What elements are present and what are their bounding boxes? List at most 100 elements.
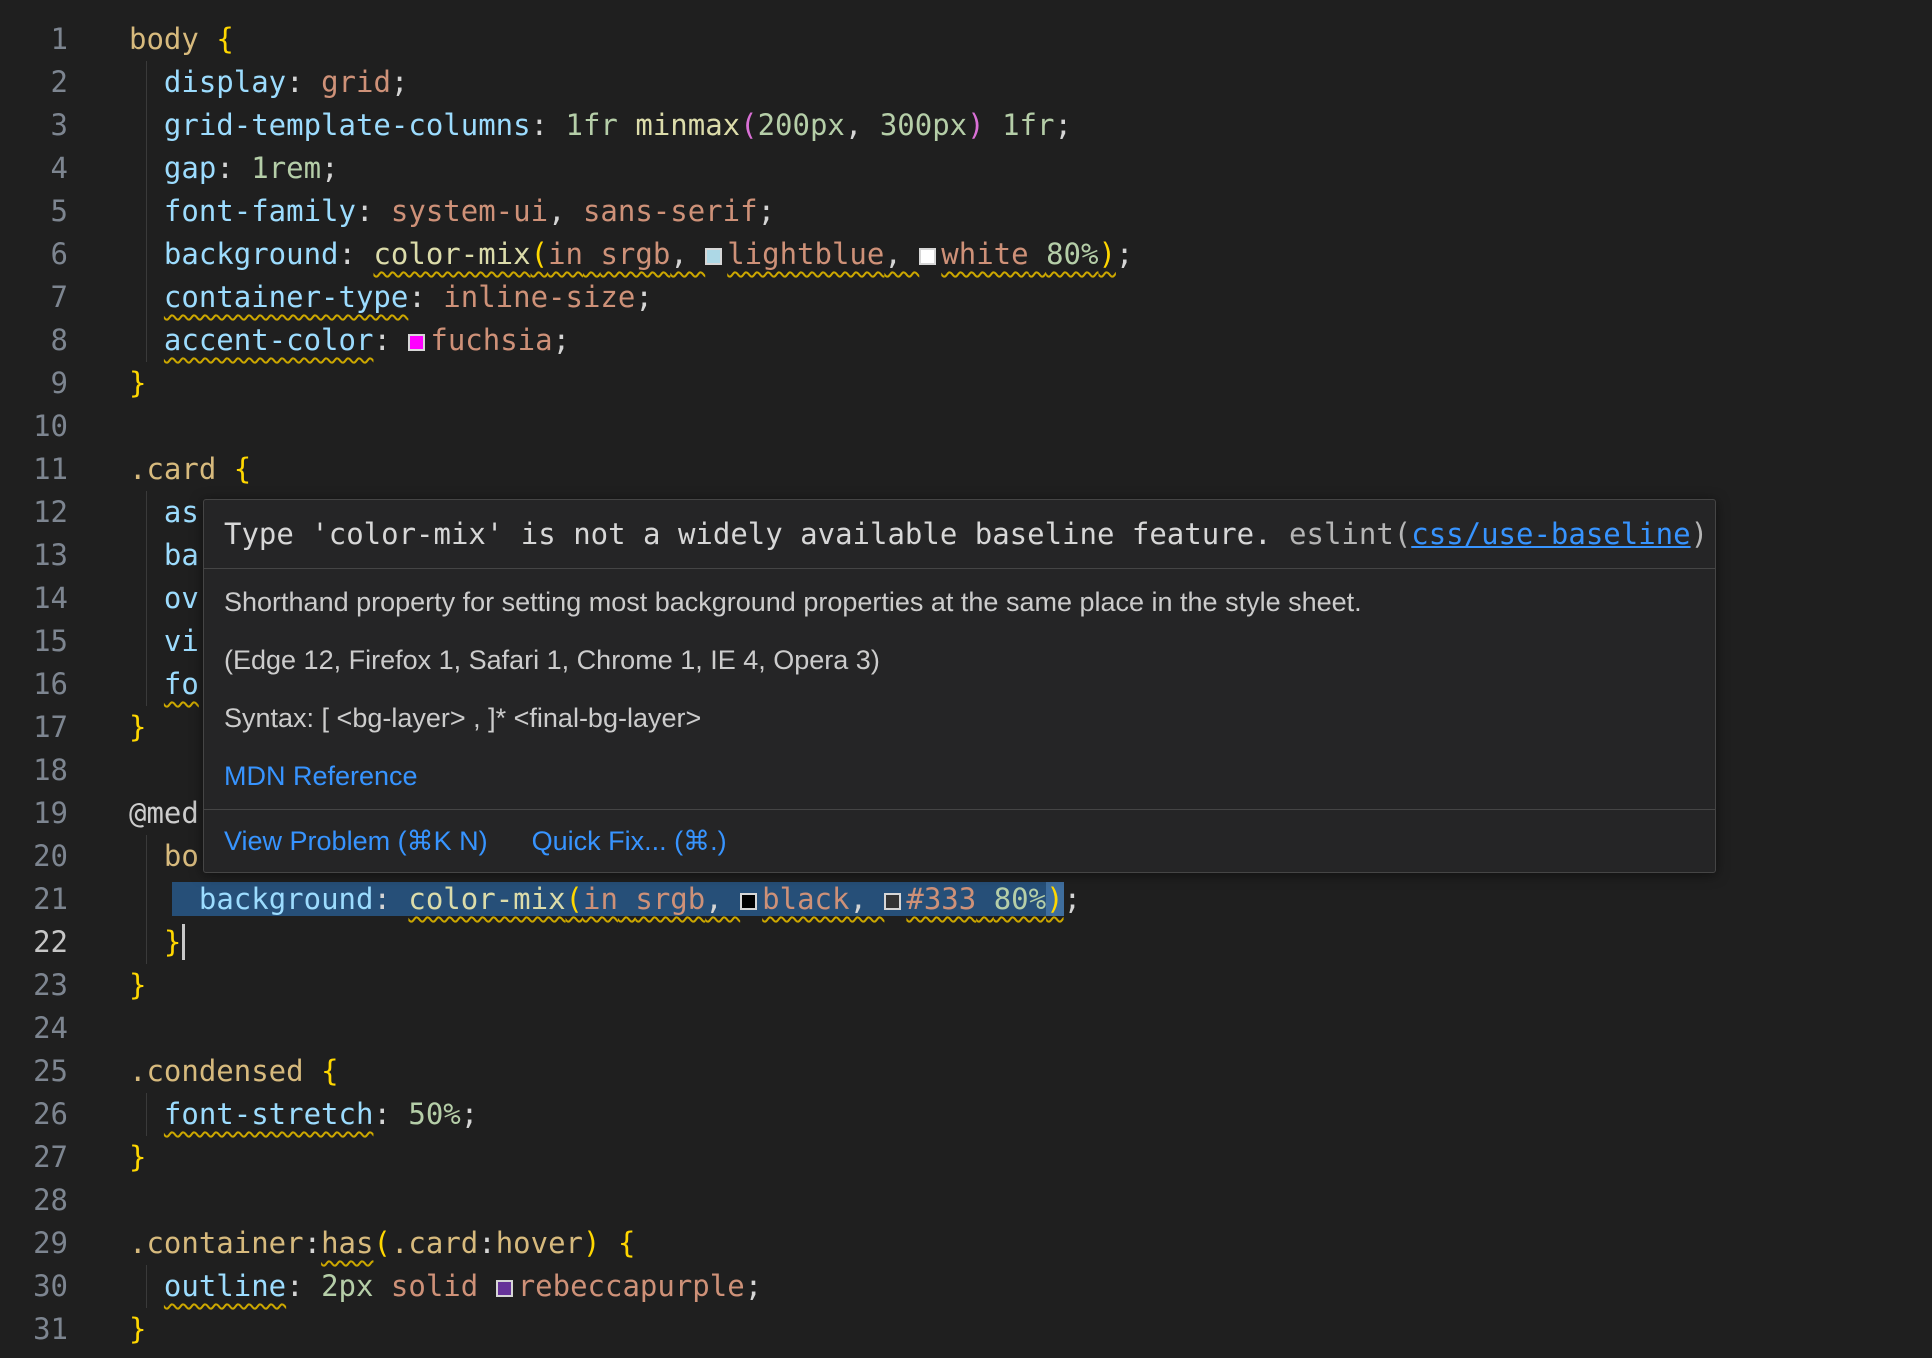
code-line-content[interactable]: accent-color: fuchsia;: [68, 319, 1932, 362]
line-number[interactable]: 6: [0, 233, 68, 276]
code-line: 2 display: grid;: [0, 61, 1932, 104]
browser-support: (Edge 12, Firefox 1, Safari 1, Chrome 1,…: [224, 641, 1695, 679]
color-swatch[interactable]: [496, 1280, 513, 1297]
code-line: 29.container:has(.card:hover) {: [0, 1222, 1932, 1265]
code-line: 4 gap: 1rem;: [0, 147, 1932, 190]
code-line-content[interactable]: }: [68, 362, 1932, 405]
line-number[interactable]: 3: [0, 104, 68, 147]
code-line-content[interactable]: }: [68, 1136, 1932, 1179]
line-number[interactable]: 11: [0, 448, 68, 491]
hover-docs: Shorthand property for setting most back…: [204, 569, 1715, 809]
code-line-content[interactable]: .condensed {: [68, 1050, 1932, 1093]
line-number[interactable]: 21: [0, 878, 68, 921]
indent-guide: [146, 534, 147, 577]
line-number[interactable]: 30: [0, 1265, 68, 1308]
code-line: 9}: [0, 362, 1932, 405]
code-line: 7 container-type: inline-size;: [0, 276, 1932, 319]
code-line-content[interactable]: [68, 405, 1932, 448]
indent-guide: [146, 1265, 147, 1308]
code-line-content[interactable]: container-type: inline-size;: [68, 276, 1932, 319]
line-number[interactable]: 20: [0, 835, 68, 878]
line-number[interactable]: 14: [0, 577, 68, 620]
line-number[interactable]: 1: [0, 18, 68, 61]
code-line-content[interactable]: gap: 1rem;: [68, 147, 1932, 190]
line-number[interactable]: 17: [0, 706, 68, 749]
hover-popup: Type 'color-mix' is not a widely availab…: [203, 499, 1716, 873]
diagnostic-rule-link[interactable]: css/use-baseline: [1411, 517, 1690, 551]
line-number[interactable]: 28: [0, 1179, 68, 1222]
hover-actions: View Problem (⌘K N) Quick Fix... (⌘.): [204, 810, 1715, 872]
text-cursor: [182, 924, 185, 960]
code-line: 10: [0, 405, 1932, 448]
code-line: 6 background: color-mix(in srgb, lightbl…: [0, 233, 1932, 276]
code-line: 24: [0, 1007, 1932, 1050]
diagnostic-row: Type 'color-mix' is not a widely availab…: [204, 500, 1715, 568]
code-line-content[interactable]: .card {: [68, 448, 1932, 491]
line-number[interactable]: 22: [0, 921, 68, 964]
color-swatch[interactable]: [740, 893, 757, 910]
diagnostic-message: Type 'color-mix' is not a widely availab…: [224, 517, 1289, 551]
quick-fix-action[interactable]: Quick Fix... (⌘.): [532, 822, 727, 860]
line-number[interactable]: 24: [0, 1007, 68, 1050]
indent-guide: [146, 104, 147, 147]
code-line-content[interactable]: }: [68, 964, 1932, 1007]
line-number[interactable]: 23: [0, 964, 68, 1007]
line-number[interactable]: 9: [0, 362, 68, 405]
indent-guide: [146, 233, 147, 276]
line-number[interactable]: 15: [0, 620, 68, 663]
indent-guide: [146, 620, 147, 663]
code-line-content[interactable]: [68, 1179, 1932, 1222]
code-line-content[interactable]: grid-template-columns: 1fr minmax(200px,…: [68, 104, 1932, 147]
line-number[interactable]: 10: [0, 405, 68, 448]
line-number[interactable]: 26: [0, 1093, 68, 1136]
code-line-content[interactable]: }: [68, 1308, 1932, 1351]
code-line: 31}: [0, 1308, 1932, 1351]
code-line: 21 background: color-mix(in srgb, black,…: [0, 878, 1932, 921]
code-line: 30 outline: 2px solid rebeccapurple;: [0, 1265, 1932, 1308]
code-line-content[interactable]: [68, 1007, 1932, 1050]
line-number[interactable]: 5: [0, 190, 68, 233]
code-line-content[interactable]: }: [68, 921, 1932, 964]
line-number[interactable]: 19: [0, 792, 68, 835]
line-number[interactable]: 2: [0, 61, 68, 104]
line-number[interactable]: 12: [0, 491, 68, 534]
color-swatch[interactable]: [705, 248, 722, 265]
indent-guide: [146, 835, 147, 878]
code-line-content[interactable]: background: color-mix(in srgb, lightblue…: [68, 233, 1932, 276]
line-number[interactable]: 4: [0, 147, 68, 190]
indent-guide: [146, 878, 147, 921]
line-number[interactable]: 8: [0, 319, 68, 362]
view-problem-action[interactable]: View Problem (⌘K N): [224, 822, 488, 860]
code-line-content[interactable]: font-family: system-ui, sans-serif;: [68, 190, 1932, 233]
code-line-content[interactable]: background: color-mix(in srgb, black, #3…: [68, 878, 1932, 921]
code-line: 3 grid-template-columns: 1fr minmax(200p…: [0, 104, 1932, 147]
color-swatch[interactable]: [884, 893, 901, 910]
indent-guide: [146, 921, 147, 964]
line-number[interactable]: 25: [0, 1050, 68, 1093]
line-number[interactable]: 29: [0, 1222, 68, 1265]
line-number[interactable]: 7: [0, 276, 68, 319]
indent-guide: [146, 276, 147, 319]
mdn-reference-link[interactable]: MDN Reference: [224, 761, 418, 791]
code-line-content[interactable]: body {: [68, 18, 1932, 61]
line-number[interactable]: 13: [0, 534, 68, 577]
code-line-content[interactable]: display: grid;: [68, 61, 1932, 104]
code-line-content[interactable]: outline: 2px solid rebeccapurple;: [68, 1265, 1932, 1308]
property-description: Shorthand property for setting most back…: [224, 583, 1695, 621]
code-line: 28: [0, 1179, 1932, 1222]
color-swatch[interactable]: [919, 248, 936, 265]
code-line: 26 font-stretch: 50%;: [0, 1093, 1932, 1136]
code-line: 23}: [0, 964, 1932, 1007]
line-number[interactable]: 18: [0, 749, 68, 792]
indent-guide: [146, 319, 147, 362]
code-line-content[interactable]: font-stretch: 50%;: [68, 1093, 1932, 1136]
line-number[interactable]: 27: [0, 1136, 68, 1179]
code-line: 22 }: [0, 921, 1932, 964]
code-line-content[interactable]: .container:has(.card:hover) {: [68, 1222, 1932, 1265]
line-number[interactable]: 31: [0, 1308, 68, 1351]
diagnostic-source-suffix: ): [1691, 517, 1708, 551]
indent-guide: [146, 491, 147, 534]
line-number[interactable]: 16: [0, 663, 68, 706]
indent-guide: [146, 61, 147, 104]
color-swatch[interactable]: [408, 334, 425, 351]
